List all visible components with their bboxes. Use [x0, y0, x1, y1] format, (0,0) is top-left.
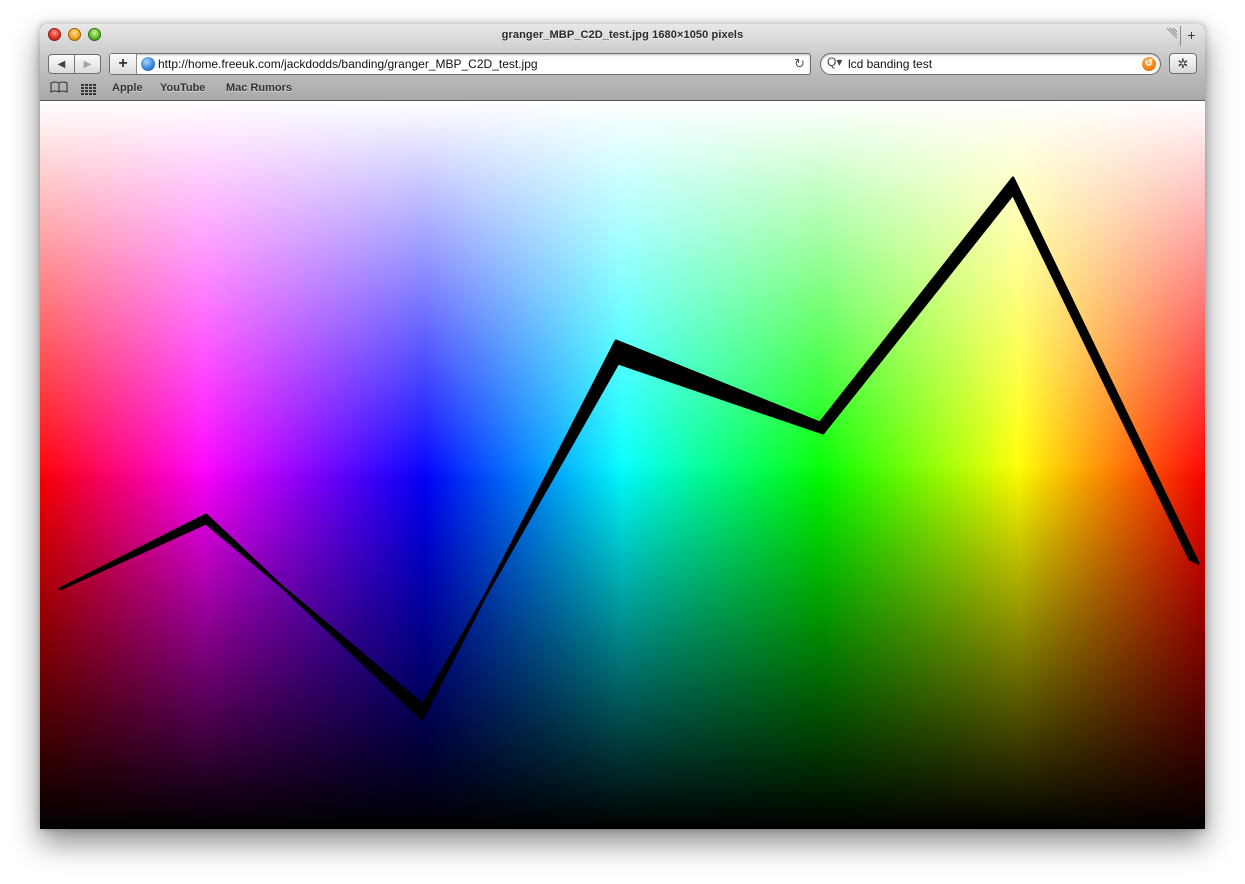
globe-icon [141, 57, 155, 71]
tab-overview-icon[interactable] [1165, 28, 1177, 40]
browser-chrome: granger_MBP_C2D_test.jpg 1680×1050 pixel… [40, 24, 1205, 101]
bookmark-youtube[interactable]: YouTube [160, 82, 205, 94]
address-bar[interactable]: + http://home.freeuk.com/jackdodds/bandi… [109, 53, 811, 75]
url-input[interactable]: http://home.freeuk.com/jackdodds/banding… [158, 57, 538, 71]
add-bookmark-button[interactable]: + [110, 54, 137, 74]
forward-icon: ▶ [83, 58, 92, 70]
bookmarks-bar: Apple YouTube Mac Rumors [40, 80, 1205, 100]
search-input[interactable]: lcd banding test [848, 57, 932, 71]
new-tab-button[interactable]: + [1180, 26, 1202, 46]
black-fade-layer [40, 101, 1205, 829]
search-field[interactable]: Q▾ lcd banding test ↺ [820, 53, 1161, 75]
gradient-test-image [40, 101, 1205, 829]
navigation-buttons: ◀ ▶ [48, 54, 101, 74]
back-button[interactable]: ◀ [49, 55, 74, 73]
report-bug-button[interactable]: ✲ [1169, 53, 1197, 74]
bookmark-mac-rumors[interactable]: Mac Rumors [226, 82, 292, 94]
bookmark-apple[interactable]: Apple [112, 82, 143, 94]
top-sites-grid-icon[interactable] [81, 84, 97, 95]
window-title: granger_MBP_C2D_test.jpg 1680×1050 pixel… [501, 29, 744, 41]
snapback-icon[interactable]: ↺ [1142, 57, 1156, 71]
search-icon[interactable]: Q▾ [827, 55, 842, 69]
bug-icon: ✲ [1177, 56, 1189, 71]
book-icon[interactable] [50, 81, 68, 93]
reload-icon[interactable]: ↻ [794, 56, 805, 72]
browser-window: granger_MBP_C2D_test.jpg 1680×1050 pixel… [40, 24, 1205, 829]
image-viewport [40, 101, 1205, 829]
forward-button[interactable]: ▶ [74, 55, 100, 73]
back-icon: ◀ [57, 58, 66, 70]
